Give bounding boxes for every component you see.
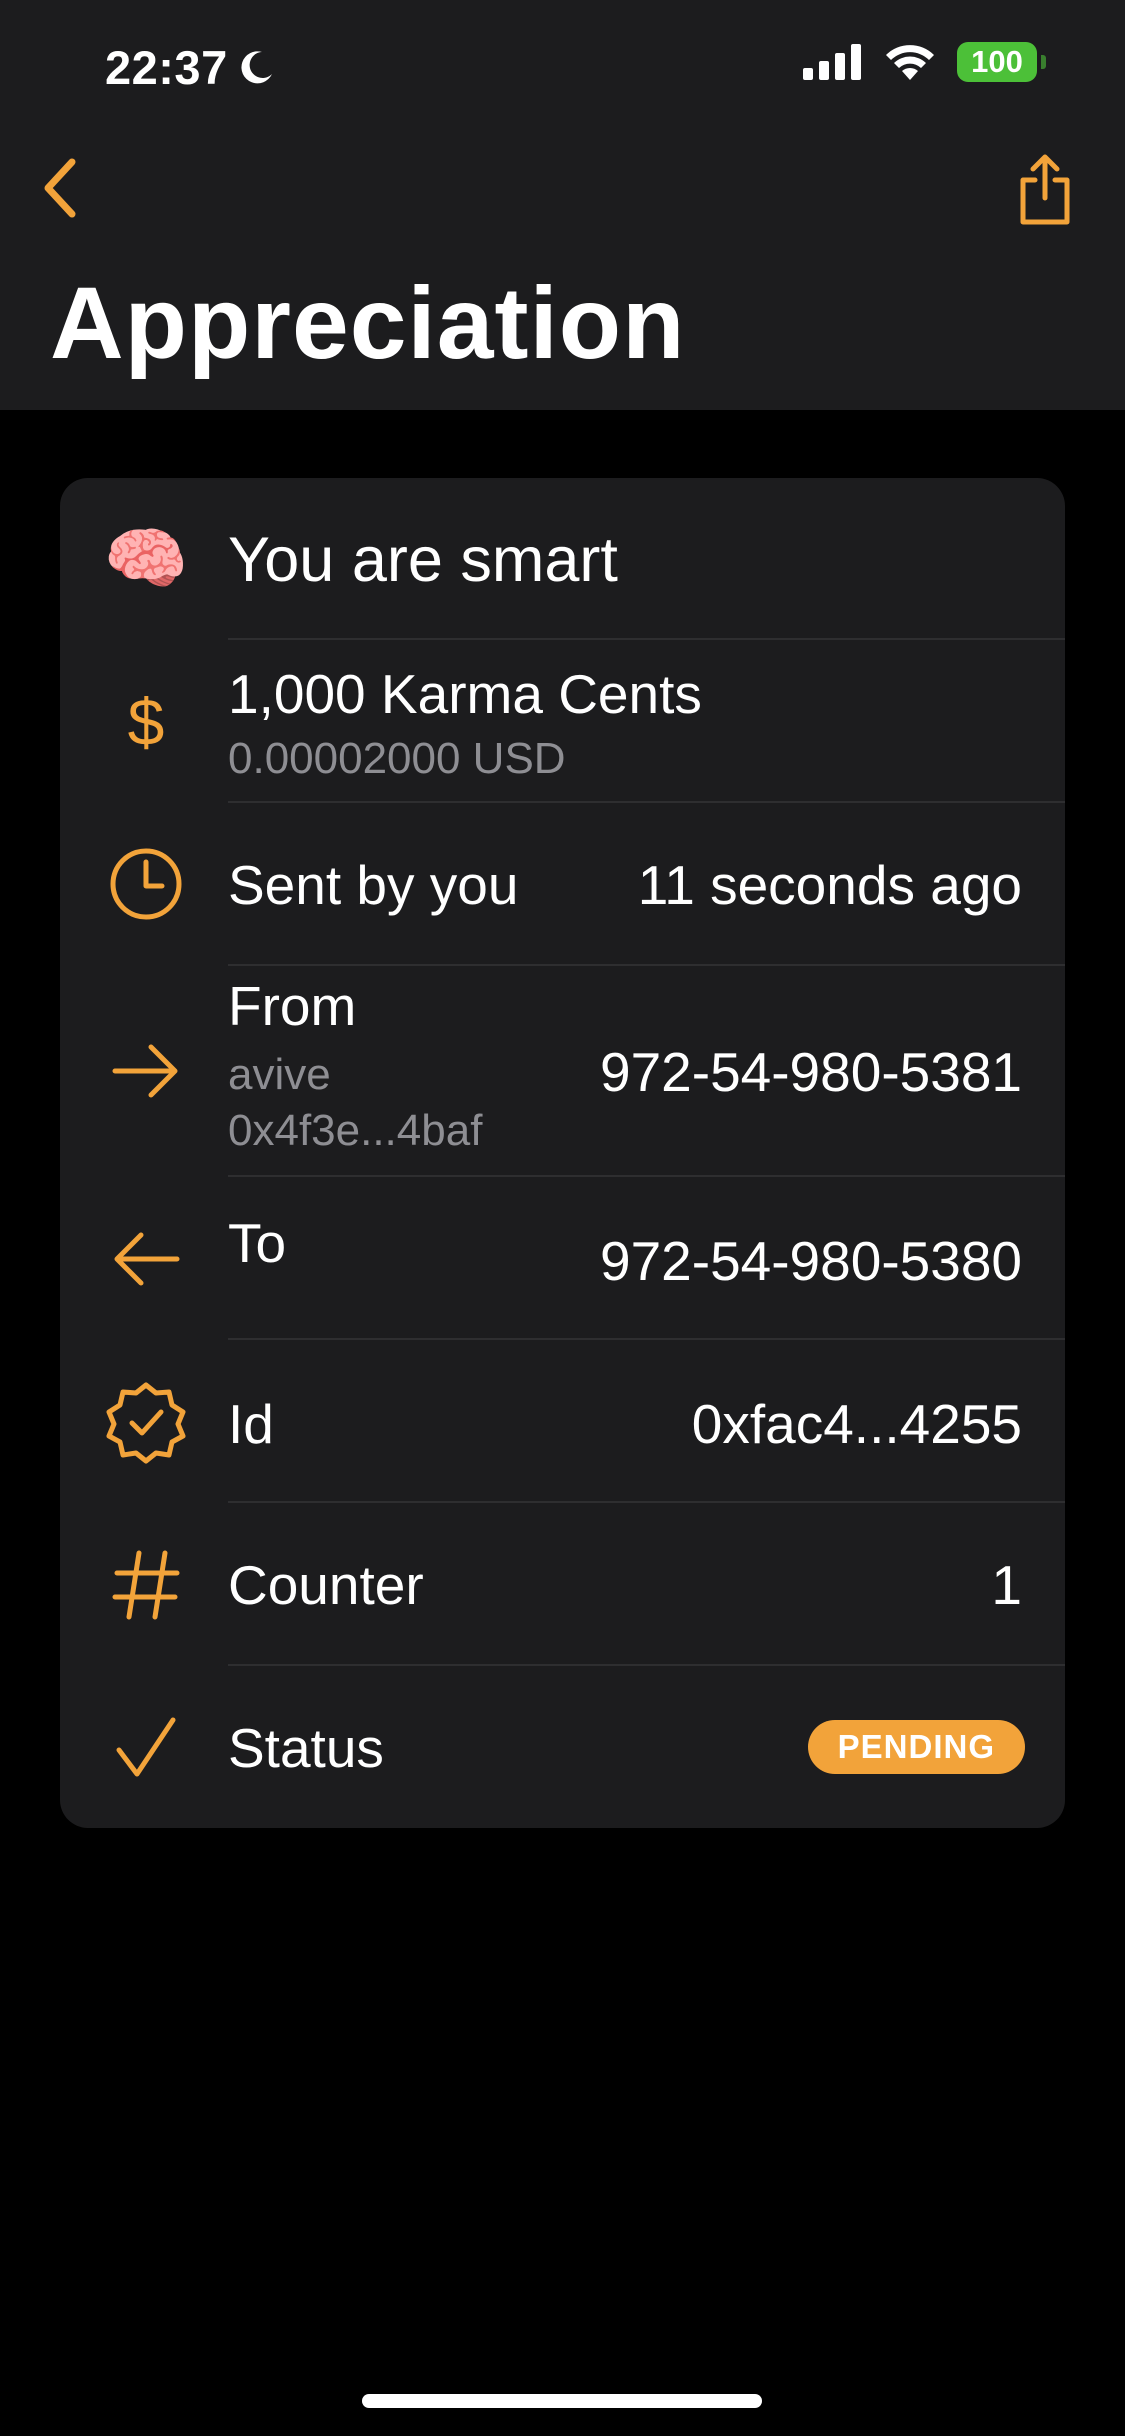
from-phone: 972-54-980-5381 [599,1041,1022,1103]
message-row: 🧠 You are smart [60,478,1065,640]
status-row: Status PENDING [60,1666,1065,1828]
page-title: Appreciation [50,266,686,380]
home-indicator[interactable] [362,2394,762,2408]
status-indicators: 100 [803,42,1046,82]
arrow-left-icon [98,1227,194,1291]
amount-primary: 1,000 Karma Cents [228,663,702,725]
counter-row: Counter 1 [60,1503,1065,1666]
id-label: Id [228,1393,274,1455]
to-phone: 972-54-980-5380 [599,1230,1022,1292]
from-name: avive [228,1050,331,1099]
cellular-signal-icon [803,44,861,80]
id-value: 0xfac4...4255 [691,1393,1022,1455]
to-row: To 972-54-980-5380 [60,1177,1065,1340]
sent-label: Sent by you [228,854,519,916]
arrow-right-icon [98,1039,194,1103]
counter-label: Counter [228,1554,424,1616]
brain-emoji-icon: 🧠 [103,521,189,597]
hashtag-icon [98,1547,194,1623]
to-label: To [228,1212,287,1274]
verified-badge-icon [98,1380,194,1464]
status-label: Status [228,1717,384,1779]
from-address: 0x4f3e...4baf [228,1106,483,1155]
from-label: From [228,975,357,1037]
counter-value: 1 [991,1554,1022,1616]
wifi-icon [886,45,934,80]
back-button[interactable] [30,150,90,226]
share-button[interactable] [1005,150,1085,230]
moon-icon [241,50,272,83]
sent-row: Sent by you 11 seconds ago [60,803,1065,966]
id-row: Id 0xfac4...4255 [60,1340,1065,1503]
message-text: You are smart [228,525,618,595]
status-badge: PENDING [807,1720,1025,1774]
battery-level: 100 [971,44,1023,79]
amount-row: $ 1,000 Karma Cents 0.00002000 USD [60,640,1065,803]
share-icon [1020,154,1070,225]
checkmark-icon [98,1712,194,1782]
clock-text: 22:37 [105,41,228,94]
dollar-icon: $ [127,685,165,759]
clock-icon [98,846,194,922]
chevron-left-icon [44,158,76,218]
battery-indicator: 100 [957,42,1046,82]
appreciation-card: 🧠 You are smart $ 1,000 Karma Cents 0.00… [60,478,1065,1828]
sent-time: 11 seconds ago [637,854,1022,916]
from-row: From avive 0x4f3e...4baf 972-54-980-5381 [60,966,1065,1177]
amount-secondary: 0.00002000 USD [228,734,566,783]
status-time: 22:37 [105,40,276,95]
